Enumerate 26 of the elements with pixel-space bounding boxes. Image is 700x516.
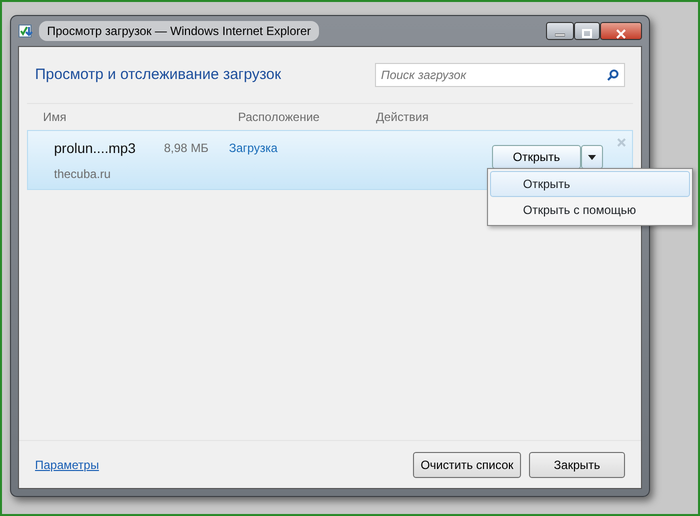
search-icon [607,69,619,81]
caret-icon [588,155,596,160]
location-link[interactable]: Загрузка [229,141,278,155]
column-header[interactable]: Действия [376,108,496,126]
settings-link[interactable]: Параметры [35,456,99,474]
file-name: prolun....mp3 [54,138,137,158]
column-header[interactable]: Имя [43,108,238,126]
column-header[interactable]: Расположение [238,108,376,126]
search-field[interactable]: Поиск загрузок [375,63,625,87]
page-heading: Просмотр и отслеживание загрузок [35,64,282,85]
open-button[interactable]: Открыть [492,145,581,169]
window-title: Просмотр загрузок — Windows Internet Explorer [39,21,319,41]
close-dialog-button[interactable]: Закрыть [529,452,625,478]
file-size: 8,98 МБ [164,141,209,155]
download-icon [18,23,34,39]
menu-item[interactable]: Открыть [490,171,690,197]
clear-list-button[interactable]: Очистить список [413,452,521,478]
minimize-button[interactable] [546,22,574,40]
close-icon [616,28,626,39]
source-domain: thecuba.ru [54,166,112,182]
close-button[interactable] [600,22,642,40]
menu-item[interactable]: Открыть с помощью [490,197,690,223]
maximize-button[interactable] [574,22,600,40]
dropdown-button[interactable] [581,145,603,169]
minimize-icon [555,30,565,37]
maximize-icon [582,29,592,38]
